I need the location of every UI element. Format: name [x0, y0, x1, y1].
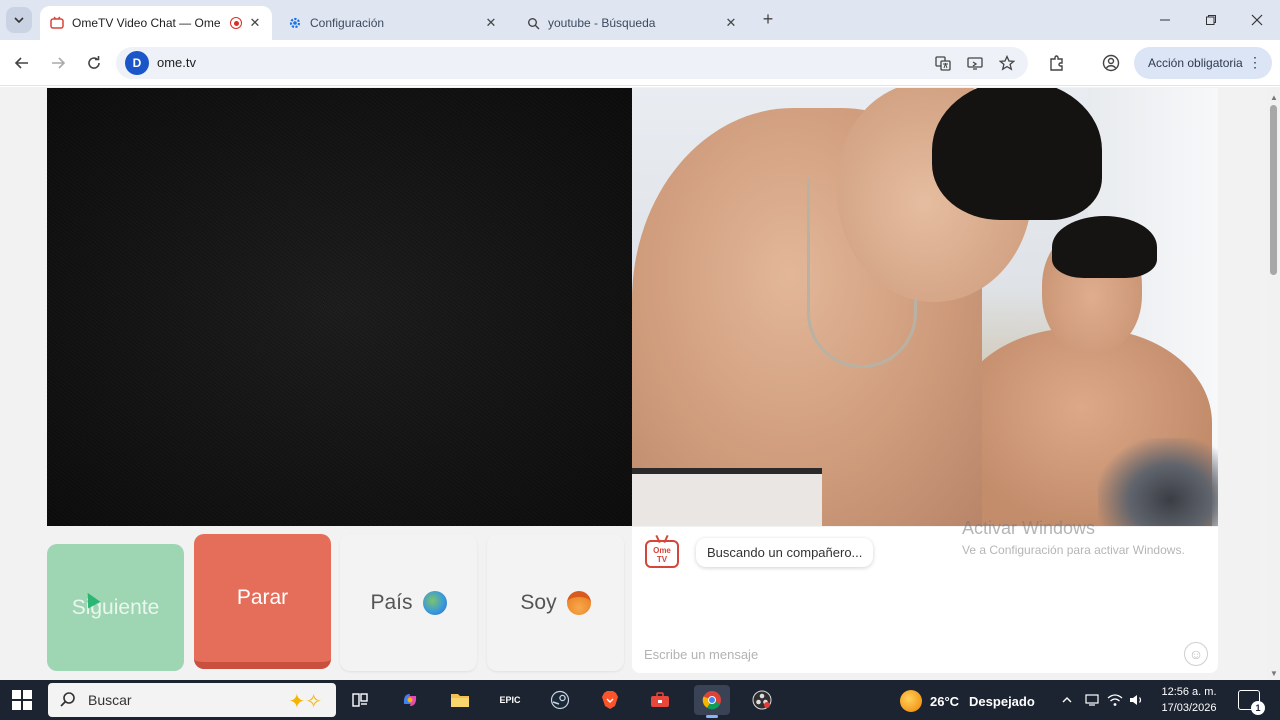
tab-title: Configuración: [310, 16, 385, 30]
cast-icon[interactable]: [965, 53, 985, 73]
close-icon: [1251, 14, 1263, 26]
tab-youtube-search[interactable]: youtube - Búsqueda ✕: [516, 6, 748, 40]
epic-games-label: EPIC: [499, 695, 521, 705]
tab-title: youtube - Búsqueda: [548, 16, 656, 30]
address-bar[interactable]: D ome.tv: [116, 47, 1028, 79]
action-required-label: Acción obligatoria: [1148, 56, 1243, 70]
minimize-button[interactable]: [1142, 0, 1188, 40]
video-person-main-hair: [932, 88, 1102, 220]
new-tab-button[interactable]: +: [758, 10, 778, 30]
stop-button[interactable]: Parar: [194, 534, 331, 669]
chevron-down-icon: [14, 17, 24, 24]
volume-icon[interactable]: [1128, 691, 1146, 709]
status-message-bubble: Buscando un compañero...: [696, 538, 874, 567]
weather-condition: Despejado: [969, 693, 1035, 709]
logo-text-ome: Ome: [653, 546, 671, 555]
ometv-logo: Ome TV: [645, 540, 679, 568]
video-floor-items: [1098, 438, 1218, 526]
copilot-icon[interactable]: [392, 685, 428, 715]
translate-icon[interactable]: [933, 53, 953, 73]
close-tab-icon[interactable]: ✕: [484, 15, 498, 30]
reload-icon: [88, 56, 100, 69]
brave-icon[interactable]: [592, 685, 628, 715]
obs-icon[interactable]: [744, 685, 780, 715]
page-scrollbar[interactable]: ▲ ▼: [1267, 87, 1280, 680]
steam-icon[interactable]: [542, 685, 578, 715]
notification-center-icon[interactable]: 1: [1238, 690, 1265, 715]
face-icon: [566, 590, 591, 615]
file-explorer-icon[interactable]: [442, 685, 478, 715]
taskbar-clock[interactable]: 12:56 a. m. 17/03/2026: [1154, 684, 1224, 716]
restore-button[interactable]: [1188, 0, 1234, 40]
tab-ometv[interactable]: OmeTV Video Chat — Ome ✕: [40, 6, 272, 40]
task-view-icon[interactable]: [342, 685, 378, 715]
display-icon[interactable]: [1083, 691, 1101, 709]
chrome-icon[interactable]: [694, 685, 730, 718]
weather-widget[interactable]: 26°C Despejado: [900, 690, 1035, 712]
more-menu-icon[interactable]: ⋮: [1248, 55, 1262, 69]
toolbox-icon[interactable]: [642, 685, 678, 715]
taskbar-search-box[interactable]: Buscar ✦✧: [48, 683, 336, 717]
browser-toolbar: D ome.tv Acción obligatoria ⋮: [0, 40, 1280, 86]
smiley-icon[interactable]: ☺: [1184, 642, 1208, 666]
arrow-right-icon: [52, 57, 66, 69]
country-button[interactable]: País: [340, 534, 477, 671]
clock-date: 17/03/2026: [1161, 702, 1217, 714]
wifi-icon[interactable]: [1106, 691, 1124, 709]
tab-search-button[interactable]: [6, 7, 32, 33]
page-content: Siguiente Parar País Soy Ome TV Buscando…: [0, 87, 1280, 680]
partner-video-static: [47, 88, 632, 526]
recording-indicator-icon: [230, 17, 242, 29]
action-required-button[interactable]: Acción obligatoria ⋮: [1134, 47, 1272, 79]
extensions-puzzle-icon[interactable]: [1046, 52, 1068, 74]
notification-count-badge: 1: [1251, 701, 1265, 715]
gender-button[interactable]: Soy: [487, 534, 624, 671]
close-window-button[interactable]: [1234, 0, 1280, 40]
gender-button-label: Soy: [520, 590, 557, 614]
search-icon: [526, 16, 540, 30]
video-person-secondary-hair: [1052, 216, 1157, 278]
arrow-left-icon: [14, 57, 28, 69]
search-icon: [60, 692, 75, 707]
country-button-label: País: [370, 590, 413, 614]
globe-icon: [422, 590, 447, 615]
scroll-up-arrow-icon[interactable]: ▲: [1270, 93, 1278, 102]
profile-avatar-icon[interactable]: [1100, 52, 1122, 74]
close-tab-icon[interactable]: ✕: [724, 15, 738, 30]
tab-strip: OmeTV Video Chat — Ome ✕ Configuración ✕…: [0, 0, 1280, 40]
scroll-down-arrow-icon[interactable]: ▼: [1270, 669, 1278, 678]
reload-button[interactable]: [82, 51, 106, 75]
url-text[interactable]: ome.tv: [157, 55, 196, 70]
sparkle-highlight-icon: ✦✧: [288, 691, 322, 713]
close-tab-icon[interactable]: ✕: [248, 15, 262, 30]
ometv-favicon: [50, 16, 64, 30]
clock-time: 12:56 a. m.: [1161, 686, 1217, 698]
next-button[interactable]: Siguiente: [47, 544, 184, 671]
gear-icon: [288, 16, 302, 30]
tab-configuracion[interactable]: Configuración ✕: [278, 6, 508, 40]
tab-title: OmeTV Video Chat — Ome: [72, 16, 221, 30]
forward-button[interactable]: [46, 51, 70, 75]
restore-icon: [1206, 15, 1216, 25]
windows-taskbar: Buscar ✦✧ EPIC 26°C Despejado 12:56 a. m…: [0, 680, 1280, 720]
video-person-main-shorts: [632, 468, 822, 526]
weather-sun-icon: [900, 690, 922, 712]
chevron-up-icon[interactable]: [1058, 691, 1076, 709]
stop-button-label: Parar: [236, 586, 289, 609]
minimize-icon: [1160, 19, 1170, 21]
weather-temperature: 26°C: [930, 693, 960, 709]
own-camera-video: [632, 88, 1218, 526]
back-button[interactable]: [10, 51, 34, 75]
bookmark-star-icon[interactable]: [997, 53, 1017, 73]
logo-text-tv: TV: [656, 555, 668, 564]
windows-start-icon[interactable]: [12, 690, 32, 710]
scrollbar-thumb[interactable]: [1270, 105, 1277, 275]
epic-games-icon[interactable]: EPIC: [492, 685, 528, 715]
chat-panel: Ome TV Buscando un compañero... ☺: [632, 527, 1218, 673]
message-input[interactable]: [644, 643, 1164, 665]
taskbar-search-placeholder: Buscar: [88, 692, 132, 708]
site-info-icon[interactable]: D: [125, 51, 149, 75]
